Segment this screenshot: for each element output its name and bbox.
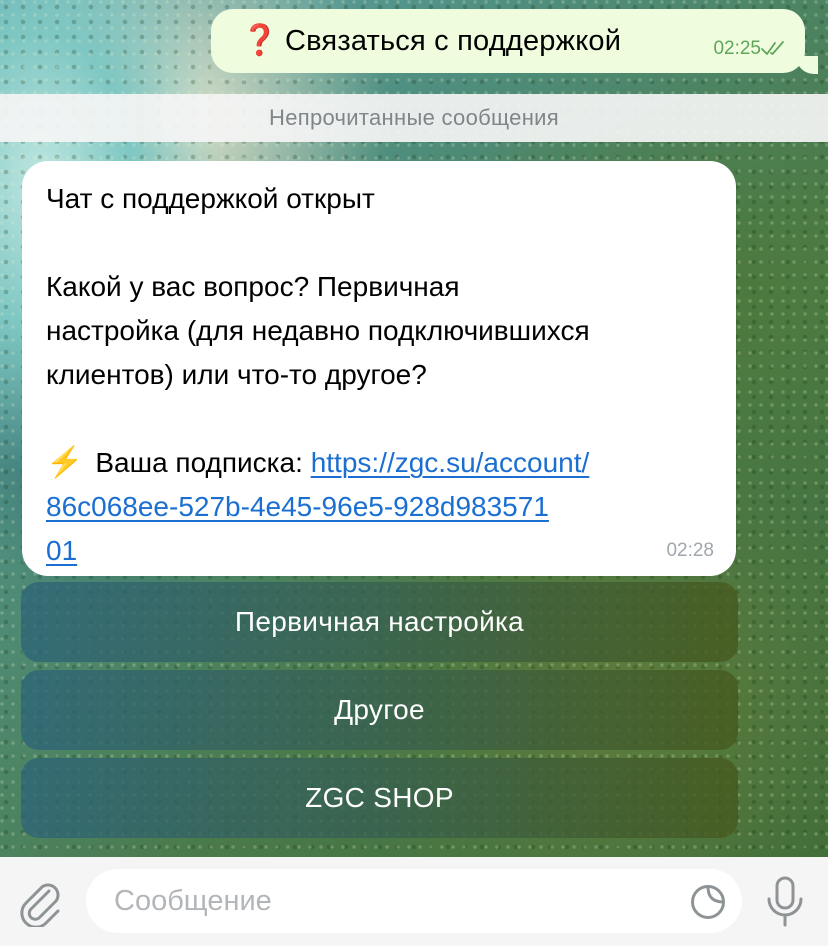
inline-button-label: Другое: [334, 694, 425, 725]
message-composer: [0, 857, 828, 946]
lightning-icon: ⚡: [46, 446, 84, 479]
message-line: Чат с поддержкой открыт: [46, 183, 375, 214]
outgoing-message[interactable]: ❓ Связаться с поддержкой 02:25: [211, 9, 805, 73]
inline-button-initial-setup[interactable]: Первичная настройка: [21, 582, 738, 662]
incoming-message[interactable]: Чат с поддержкой открыт Какой у вас вопр…: [22, 161, 736, 576]
question-mark-icon: ❓: [241, 24, 279, 57]
message-line: настройка (для недавно подключившихся: [46, 315, 590, 346]
message-line: клиентов) или что-то другое?: [46, 359, 427, 390]
inline-button-label: Первичная настройка: [234, 606, 525, 637]
subscription-link[interactable]: https://zgc.su/account/: [311, 447, 590, 478]
message-input[interactable]: [112, 883, 656, 919]
paperclip-icon[interactable]: [18, 877, 64, 927]
unread-messages-divider: Непрочитанные сообщения: [0, 94, 828, 142]
inline-button-zgc-shop[interactable]: ZGC SHOP: [21, 758, 738, 838]
outgoing-message-time: 02:25: [713, 38, 761, 59]
outgoing-message-text: Связаться с поддержкой: [285, 24, 622, 57]
inline-button-label: ZGC SHOP: [305, 782, 454, 813]
message-line: Какой у вас вопрос? Первичная: [46, 271, 460, 302]
sticker-icon[interactable]: [690, 884, 726, 920]
subscription-link-end[interactable]: 01: [46, 535, 77, 566]
subscription-line: ⚡ Ваша подписка: https://zgc.su/account/: [46, 441, 716, 485]
subscription-link-continued[interactable]: 86c068ee-527b-4e45-96e5-928d983571: [46, 491, 549, 522]
incoming-message-time: 02:28: [666, 540, 714, 561]
message-input-field[interactable]: [86, 869, 742, 933]
microphone-icon[interactable]: [764, 875, 806, 929]
unread-messages-label: Непрочитанные сообщения: [269, 105, 559, 130]
subscription-label: Ваша подписка:: [95, 447, 303, 478]
double-check-icon: [761, 41, 784, 55]
inline-button-other[interactable]: Другое: [21, 670, 738, 750]
